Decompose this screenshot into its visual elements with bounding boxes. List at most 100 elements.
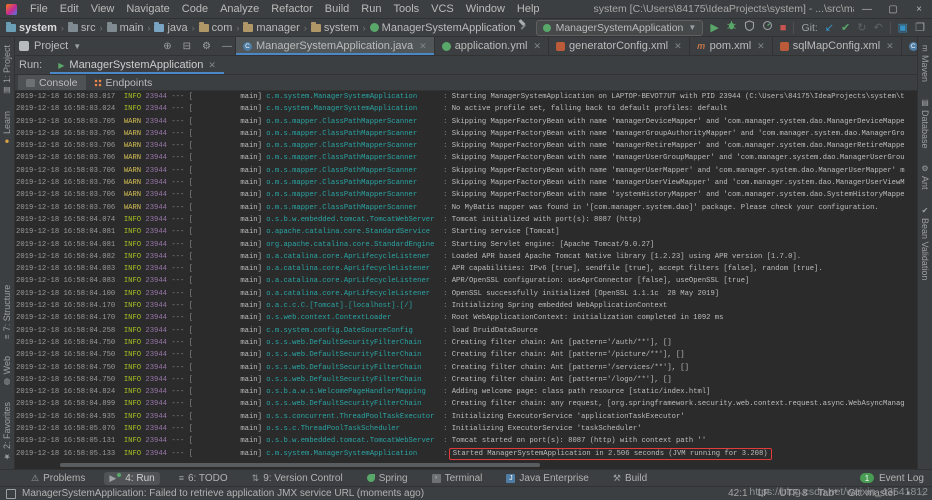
- run-button[interactable]: ▶: [710, 20, 718, 36]
- tab-endpoints[interactable]: Endpoints: [86, 75, 161, 90]
- menu-window[interactable]: Window: [460, 2, 511, 16]
- breadcrumb-item-java[interactable]: java: [153, 22, 188, 34]
- toolwindow-toggle-icon[interactable]: [6, 489, 16, 499]
- tool-strip-maven[interactable]: mMaven: [920, 37, 930, 90]
- menu-refactor[interactable]: Refactor: [265, 2, 319, 16]
- breadcrumb-item-manager[interactable]: manager: [242, 22, 300, 34]
- menu-analyze[interactable]: Analyze: [214, 2, 265, 16]
- log-thread: main]: [193, 339, 266, 347]
- build-hammer-icon[interactable]: [517, 19, 529, 36]
- breadcrumb-item-managersystemapplication[interactable]: ManagerSystemApplication: [369, 22, 517, 34]
- tool-strip-web[interactable]: ◍Web: [2, 348, 12, 394]
- stop-button[interactable]: ■: [780, 20, 787, 36]
- close-tab-icon[interactable]: ✕: [886, 41, 894, 52]
- locate-file-icon[interactable]: ⊕: [160, 41, 174, 52]
- menu-tools[interactable]: Tools: [387, 2, 425, 16]
- menu-run[interactable]: Run: [355, 2, 387, 16]
- tool-strip-database[interactable]: ▤Database: [920, 90, 930, 157]
- log-timestamp: 2019-12-18 16:58:05.133: [16, 450, 115, 458]
- tool-strip-learn[interactable]: ●Learn: [2, 103, 12, 154]
- close-icon[interactable]: ✕: [208, 60, 216, 71]
- toolwindow-button-java-enterprise[interactable]: JJava Enterprise: [501, 472, 593, 485]
- menu-navigate[interactable]: Navigate: [120, 2, 175, 16]
- project-panel-header[interactable]: Project ▼ ⊕ ⊟ ⚙ —: [14, 37, 236, 55]
- git-rollback-icon[interactable]: ↶: [873, 20, 882, 36]
- log-message: Creating filter chain: Ant [pattern='/au…: [452, 339, 672, 347]
- breadcrumb-item-system[interactable]: system: [310, 22, 360, 34]
- toolwindow-button-build[interactable]: ⚒Build: [608, 472, 652, 485]
- editor-tab-sqlMapConfig.xml[interactable]: sqlMapConfig.xml✕: [773, 37, 902, 55]
- toolwindow-button-4-run[interactable]: ▶4: Run: [104, 472, 159, 485]
- log-logger: o.s.b.a.w.s.WelcomePageHandlerMapping: [266, 388, 439, 396]
- collapse-all-icon[interactable]: ⊟: [180, 41, 194, 52]
- close-tab-icon[interactable]: ✕: [533, 41, 541, 52]
- profiler-button[interactable]: [762, 20, 773, 36]
- run-with-coverage-button[interactable]: [744, 20, 755, 36]
- menu-build[interactable]: Build: [319, 2, 355, 16]
- project-structure-icon[interactable]: ▣: [898, 20, 908, 36]
- chevron-down-icon: ▼: [688, 23, 696, 32]
- breadcrumb-item-com[interactable]: com: [198, 22, 234, 34]
- editor-tab-generatorConfig.xml[interactable]: generatorConfig.xml✕: [549, 37, 690, 55]
- close-icon[interactable]: ×: [906, 0, 932, 19]
- restore-layout-icon[interactable]: ❐: [915, 20, 925, 36]
- menu-view[interactable]: View: [85, 2, 121, 16]
- tool-strip-ant[interactable]: ⚙Ant: [920, 156, 930, 198]
- toolwindow-button-terminal[interactable]: ›Terminal: [427, 472, 488, 485]
- menu-vcs[interactable]: VCS: [425, 2, 460, 16]
- toolwindow-button-9-version-control[interactable]: ⇅9: Version Control: [247, 472, 348, 485]
- close-tab-icon[interactable]: ✕: [419, 41, 427, 52]
- breadcrumb-item-src[interactable]: src: [67, 22, 97, 34]
- file-encoding[interactable]: UTF-8: [779, 488, 807, 499]
- log-logger: o.a.catalina.core.AprLifecycleListener: [266, 277, 439, 285]
- breadcrumb-item-main[interactable]: main: [106, 22, 145, 34]
- log-pid: 23944: [141, 265, 167, 273]
- run-tab[interactable]: ▶ ManagerSystemApplication ✕: [50, 56, 224, 74]
- log-thread: main]: [193, 93, 266, 101]
- minimize-icon[interactable]: —: [854, 0, 880, 19]
- tool-strip-bean-validation[interactable]: ✔Bean Validation: [920, 198, 930, 288]
- log-level: INFO: [115, 228, 141, 236]
- hide-panel-icon[interactable]: —: [219, 41, 235, 52]
- toolwindow-button-spring[interactable]: Spring: [362, 472, 413, 485]
- toolwindow-button-problems[interactable]: ⚠Problems: [26, 472, 90, 485]
- maximize-icon[interactable]: ▢: [880, 0, 906, 19]
- chevron-down-icon[interactable]: ▼: [73, 42, 81, 51]
- git-branch[interactable]: Git: master: [848, 488, 897, 499]
- event-log-widget[interactable]: 1 Event Log: [860, 473, 924, 484]
- log-pid: 23944: [141, 413, 167, 421]
- log-logger: o.m.s.mapper.ClassPathMapperScanner: [266, 118, 439, 126]
- editor-tab-application.yml[interactable]: application.yml✕: [435, 37, 549, 55]
- git-history-icon[interactable]: ↻: [857, 20, 866, 36]
- breadcrumb-separator-icon: ›: [100, 23, 103, 33]
- menu-code[interactable]: Code: [176, 2, 214, 16]
- breadcrumb-item-system[interactable]: system: [5, 22, 58, 34]
- caret-position[interactable]: 42:1: [728, 488, 747, 499]
- log-thread: main]: [193, 376, 266, 384]
- settings-gear-icon[interactable]: ⚙: [199, 41, 214, 52]
- menu-help[interactable]: Help: [511, 2, 546, 16]
- debug-button[interactable]: [726, 20, 737, 36]
- tool-strip-2-favorites[interactable]: ★2: Favorites: [2, 394, 12, 469]
- git-commit-icon[interactable]: ✔: [841, 20, 850, 36]
- horizontal-scrollbar[interactable]: [60, 463, 540, 467]
- indent-setting[interactable]: Tab*: [818, 488, 838, 499]
- editor-tab-ManagerSystemApplication.java[interactable]: CManagerSystemApplication.java✕: [236, 37, 435, 55]
- status-message[interactable]: ManagerSystemApplication: Failed to retr…: [22, 488, 424, 499]
- menu-file[interactable]: File: [24, 2, 54, 16]
- close-tab-icon[interactable]: ✕: [757, 41, 765, 52]
- tool-strip-7-structure[interactable]: ≡7: Structure: [2, 277, 12, 347]
- editor-tab-SecurityConfig.java[interactable]: CSecurityConfig.java✕: [902, 37, 918, 55]
- line-ending[interactable]: LF: [758, 488, 770, 499]
- lock-icon[interactable]: ▪: [907, 488, 911, 499]
- tool-strip-1-project[interactable]: ▤1: Project: [2, 37, 12, 103]
- toolwindow-button-6-todo[interactable]: ≡6: TODO: [174, 472, 233, 485]
- console-log[interactable]: 2019-12-18 16:58:03.017 INFO 23944 --- […: [14, 91, 918, 462]
- tab-console[interactable]: Console: [18, 75, 86, 90]
- menu-edit[interactable]: Edit: [54, 2, 85, 16]
- highlighting-level-icon[interactable]: ◌: [920, 488, 926, 499]
- editor-tab-pom.xml[interactable]: mpom.xml✕: [690, 37, 773, 55]
- git-update-icon[interactable]: ↙: [825, 20, 834, 36]
- close-tab-icon[interactable]: ✕: [674, 41, 682, 52]
- run-configuration-select[interactable]: ManagerSystemApplication ▼: [536, 20, 704, 36]
